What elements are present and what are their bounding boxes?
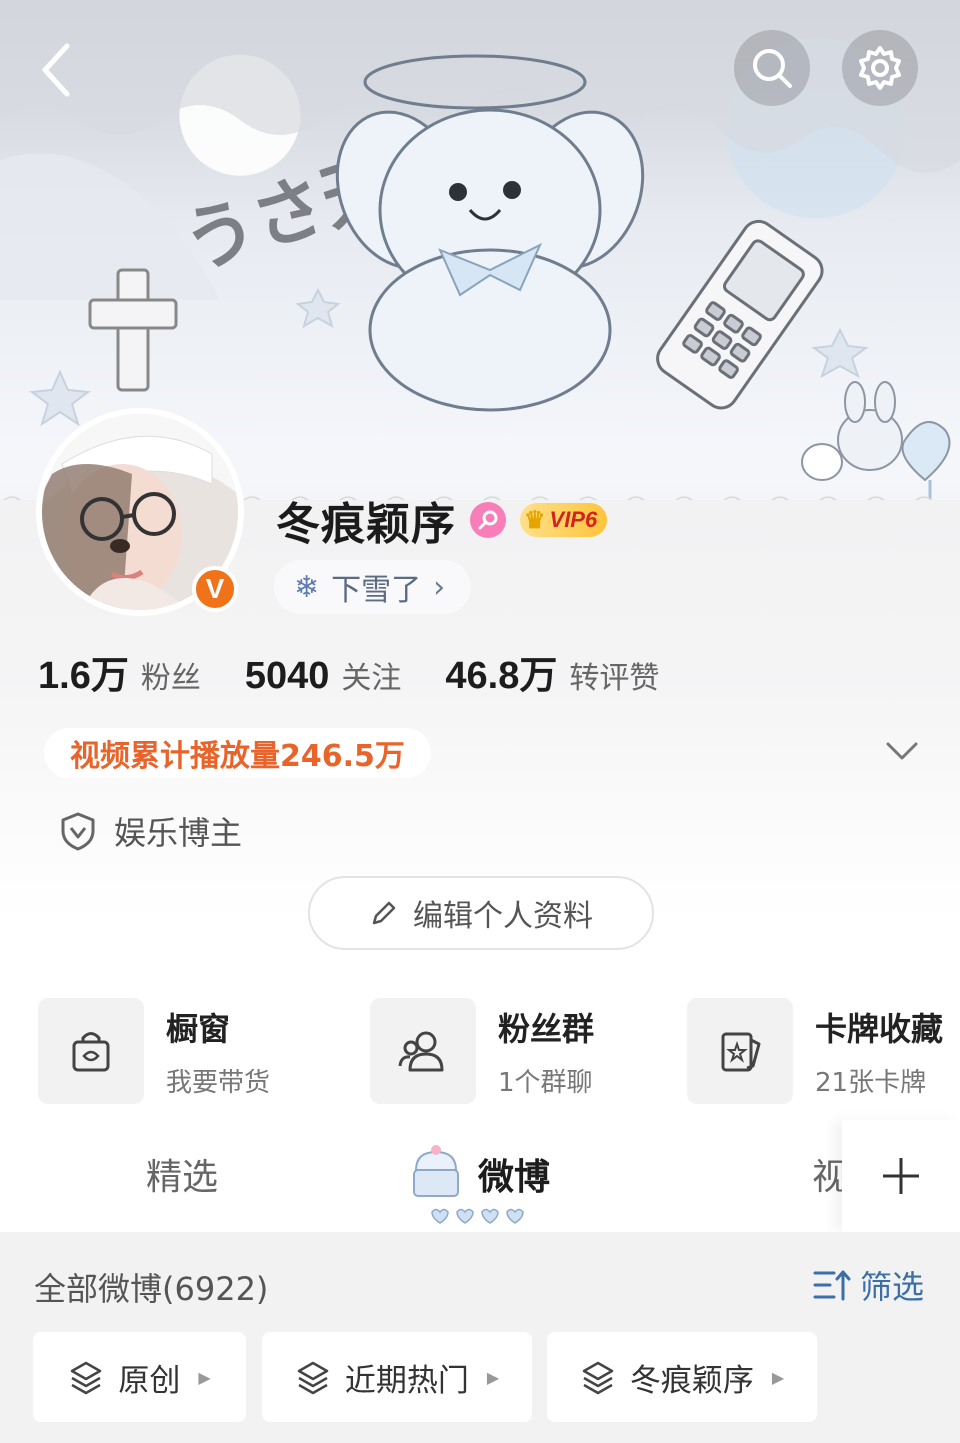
search-icon <box>753 49 792 88</box>
feature-subtitle: 21张卡牌 <box>815 1067 927 1098</box>
feed-section: 全部微博(6922) 筛选 原创 ▶ 近期热门 ▶ 冬痕颖序 ▶ <box>0 1232 960 1443</box>
stat-value: 1.6万 <box>38 655 129 697</box>
shield-icon <box>61 812 95 851</box>
chevron-down-icon[interactable] <box>884 736 920 766</box>
add-tab-button[interactable] <box>842 1120 960 1232</box>
vip-badge[interactable]: ♛ VIP6 <box>520 503 608 537</box>
stat-value: 5040 <box>244 655 330 697</box>
plus-icon <box>883 1158 919 1194</box>
feature-row: 橱窗 我要带货 粉丝群 1个群聊 卡牌收藏 21张卡牌 <box>0 998 960 1106</box>
feature-subtitle: 1个群聊 <box>498 1067 593 1098</box>
layers-icon <box>71 1361 102 1395</box>
gear-icon <box>859 46 901 90</box>
settings-button[interactable] <box>842 30 918 106</box>
verified-badge: V <box>192 566 238 612</box>
snowflake-icon: ❄ <box>294 569 320 605</box>
stat-label: 粉丝 <box>140 661 201 696</box>
chevron-left-icon <box>42 43 70 97</box>
feature-title: 粉丝群 <box>498 1009 595 1048</box>
edit-profile-label: 编辑个人资料 <box>413 899 593 934</box>
shopping-bag-icon <box>38 998 144 1104</box>
profile-stats: 1.6万 粉丝 5040 关注 46.8万 转评赞 <box>38 644 703 699</box>
feature-title: 橱窗 <box>166 1009 231 1048</box>
female-icon <box>470 502 506 538</box>
filter-label: 筛选 <box>860 1268 925 1306</box>
card-icon <box>687 998 793 1104</box>
chip-label: 近期热门 <box>344 1362 469 1399</box>
edit-profile-button[interactable]: 编辑个人资料 <box>308 876 654 950</box>
vip-label: VIP6 <box>549 507 598 532</box>
filter-icon <box>813 1270 851 1301</box>
triangle-right-icon: ▶ <box>198 1367 211 1387</box>
avatar-container[interactable]: V <box>36 408 244 616</box>
feature-showcase[interactable]: 橱窗 我要带货 <box>38 998 270 1104</box>
back-button[interactable] <box>28 38 84 102</box>
chip-label: 原创 <box>118 1362 181 1399</box>
triangle-right-icon: ▶ <box>486 1367 500 1387</box>
verified-label: V <box>205 573 225 604</box>
chevron-right-icon: › <box>433 569 446 605</box>
name-row: 冬痕颖序 ♛ VIP6 <box>276 488 608 552</box>
crown-icon: ♛ <box>524 506 546 534</box>
layers-icon <box>582 1361 614 1395</box>
filter-button[interactable]: 筛选 <box>812 1262 924 1308</box>
chip-user[interactable]: 冬痕颖序 ▶ <box>547 1332 817 1422</box>
feature-card-collection[interactable]: 卡牌收藏 21张卡牌 <box>687 998 943 1104</box>
stat-label: 转评赞 <box>569 661 660 696</box>
chip-label: 冬痕颖序 <box>629 1362 754 1399</box>
cake-icon <box>413 1145 459 1197</box>
feed-title: 全部微博(6922) <box>34 1270 269 1308</box>
video-play-count[interactable]: 视频累计播放量246.5万 <box>44 728 431 778</box>
feature-fan-group[interactable]: 粉丝群 1个群聊 <box>370 998 594 1104</box>
stat-following[interactable]: 5040 关注 <box>245 653 402 698</box>
status-pill[interactable]: ❄ 下雪了 › <box>274 560 472 614</box>
layers-icon <box>297 1361 329 1395</box>
feature-title: 卡牌收藏 <box>815 1009 944 1048</box>
stat-followers[interactable]: 1.6万 粉丝 <box>38 644 201 699</box>
triangle-right-icon: ▶ <box>771 1367 785 1387</box>
category-tag[interactable]: 娱乐博主 <box>60 808 242 854</box>
group-icon <box>370 998 476 1104</box>
chip-original[interactable]: 原创 ▶ <box>33 1332 246 1422</box>
feature-subtitle: 我要带货 <box>166 1067 271 1098</box>
search-button[interactable] <box>734 30 810 106</box>
chip-recent-hot[interactable]: 近期热门 ▶ <box>262 1332 532 1422</box>
profile-name: 冬痕颖序 <box>276 499 456 550</box>
stat-label: 关注 <box>341 661 402 696</box>
pencil-icon <box>372 901 396 925</box>
category-label: 娱乐博主 <box>114 814 243 852</box>
tab-weibo[interactable]: 微博 <box>478 1148 550 1200</box>
stat-value: 46.8万 <box>445 655 558 697</box>
status-text: 下雪了 <box>331 573 422 608</box>
tab-featured[interactable]: 精选 <box>146 1148 218 1200</box>
stat-reposts-comments-likes[interactable]: 46.8万 转评赞 <box>445 644 659 699</box>
hearts-underline-icon <box>431 1208 524 1224</box>
profile-tabs: 精选 微博 视 <box>0 1120 960 1232</box>
